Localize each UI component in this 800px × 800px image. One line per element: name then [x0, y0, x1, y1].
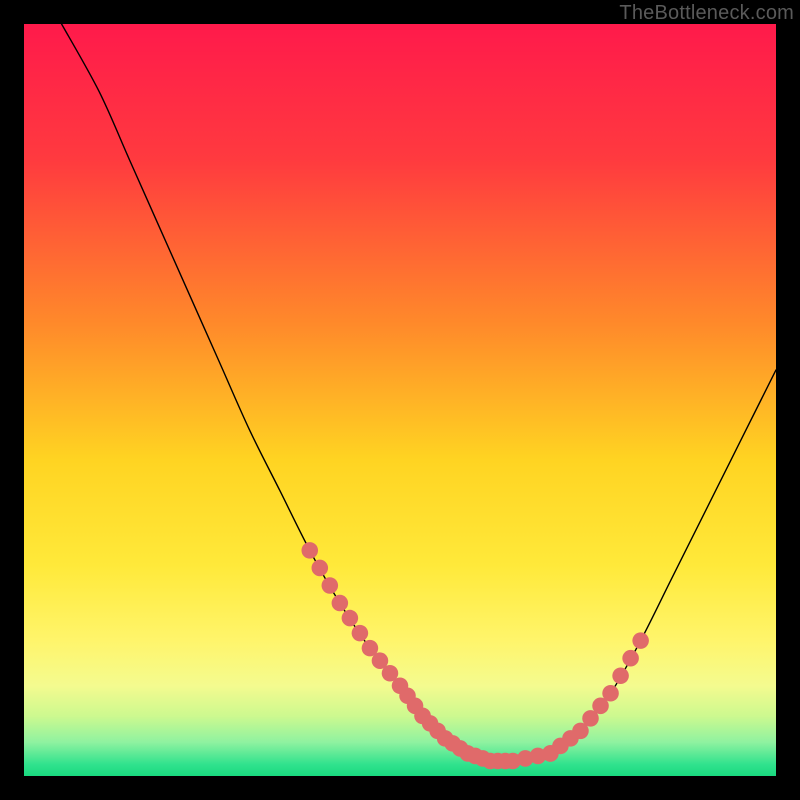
curve-dot: [342, 610, 359, 627]
chart-background-gradient: [24, 24, 776, 776]
curve-dot: [632, 632, 649, 649]
curve-dot: [301, 542, 318, 559]
chart-plot-area: [24, 24, 776, 776]
curve-dot: [322, 577, 339, 594]
watermark-text: TheBottleneck.com: [619, 2, 794, 25]
curve-dot: [602, 685, 619, 702]
curve-dot: [332, 595, 349, 612]
curve-dot: [352, 625, 369, 642]
chart-frame: TheBottleneck.com: [0, 0, 800, 800]
curve-dot: [612, 667, 629, 684]
curve-dot: [312, 560, 329, 577]
chart-svg: [24, 24, 776, 776]
curve-dot: [622, 650, 639, 667]
